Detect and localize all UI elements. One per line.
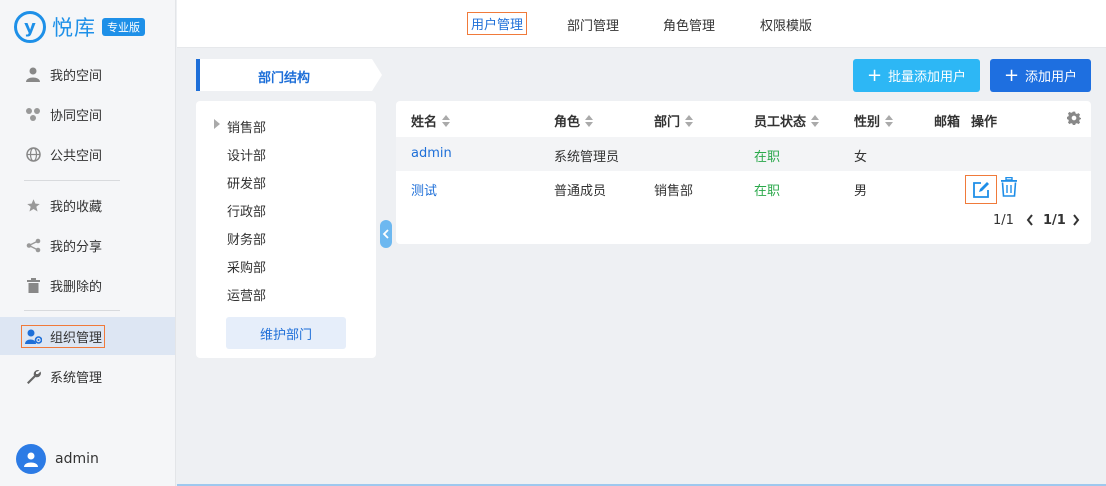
edit-icon[interactable] <box>965 175 997 204</box>
dept-item[interactable]: 采购部 <box>227 257 266 276</box>
column-header-email: 邮箱 <box>934 111 960 130</box>
chevron-left-icon <box>382 229 389 239</box>
username: admin <box>55 451 99 467</box>
user-name-link[interactable]: admin <box>411 146 452 161</box>
maintain-dept-button[interactable]: 维护部门 <box>226 317 346 349</box>
sidebar-divider <box>24 180 120 181</box>
delete-icon[interactable] <box>1000 176 1018 201</box>
dept-item[interactable]: 行政部 <box>227 201 266 220</box>
sidebar-item-org-management[interactable]: 组织管理 <box>0 317 175 355</box>
wrench-icon <box>24 367 42 385</box>
sort-icon[interactable] <box>885 114 894 128</box>
sort-icon[interactable] <box>585 114 594 128</box>
batch-add-label: 批量添加用户 <box>888 70 967 85</box>
person-icon <box>24 65 42 83</box>
sidebar-item-public-space[interactable]: 公共空间 <box>0 135 175 173</box>
dept-tree-panel: 销售部 设计部 研发部 行政部 财务部 采购部 运营部 维护部门 <box>196 101 376 358</box>
sidebar-item-label: 我的空间 <box>50 68 103 84</box>
brand-name: 悦库 <box>52 16 96 40</box>
column-header-role[interactable]: 角色 <box>554 111 594 130</box>
sidebar-item-label: 公共空间 <box>50 148 103 164</box>
trash-icon <box>24 276 42 294</box>
user-name-link[interactable]: 测试 <box>411 180 437 199</box>
plus-icon: + <box>866 64 883 86</box>
add-user-button[interactable]: + 添加用户 <box>990 59 1091 92</box>
user-profile[interactable]: admin <box>16 444 99 474</box>
column-header-actions: 操作 <box>971 111 997 130</box>
header-label: 邮箱 <box>934 115 961 130</box>
avatar <box>16 444 46 474</box>
user-role: 普通成员 <box>554 184 607 199</box>
star-icon <box>24 196 42 214</box>
collab-icon <box>24 105 42 123</box>
dept-structure-title: 部门结构 <box>257 71 310 86</box>
dept-item[interactable]: 研发部 <box>227 173 266 192</box>
user-gender: 男 <box>854 184 868 199</box>
top-nav: 用户管理 部门管理 角色管理 权限模版 <box>177 0 1106 48</box>
sort-icon[interactable] <box>811 114 820 128</box>
dept-item[interactable]: 财务部 <box>227 229 266 248</box>
tab-role-management[interactable]: 角色管理 <box>663 15 715 34</box>
logo-icon: y <box>14 11 46 43</box>
dept-item[interactable]: 运营部 <box>227 285 266 304</box>
user-table: 姓名 角色 部门 员工状态 性别 邮箱 操作 admin 系统管理员 在职 女 … <box>396 101 1091 244</box>
header-label: 姓名 <box>411 115 438 130</box>
sidebar-item-collab-space[interactable]: 协同空间 <box>0 95 175 133</box>
header-label: 角色 <box>554 115 581 130</box>
sidebar-item-label: 组织管理 <box>50 330 103 346</box>
header-label: 性别 <box>854 115 881 130</box>
dept-structure-header: 部门结构 <box>196 59 382 91</box>
sort-icon[interactable] <box>442 114 451 128</box>
header-label: 操作 <box>971 115 998 130</box>
user-gender: 女 <box>854 150 868 165</box>
dept-item[interactable]: 设计部 <box>227 145 266 164</box>
sidebar-item-label: 系统管理 <box>50 370 103 386</box>
expand-caret-icon[interactable] <box>214 119 220 129</box>
sidebar-item-shares[interactable]: 我的分享 <box>0 226 175 264</box>
active-highlight: 组织管理 <box>21 324 106 348</box>
tab-dept-management[interactable]: 部门管理 <box>567 15 619 34</box>
next-page-icon[interactable] <box>1071 213 1081 231</box>
dept-item[interactable]: 销售部 <box>227 117 266 136</box>
header-label: 部门 <box>654 115 681 130</box>
tab-permission-templates[interactable]: 权限模版 <box>760 15 812 34</box>
pager-current: 1/1 <box>1043 213 1066 228</box>
sidebar-item-my-space[interactable]: 我的空间 <box>0 55 175 93</box>
sidebar: y 悦库 专业版 我的空间 协同空间 公共空间 我的收藏 我的分享 我删除的 组… <box>0 0 176 486</box>
user-status: 在职 <box>754 150 781 165</box>
sidebar-divider <box>24 310 120 311</box>
tab-user-management[interactable]: 用户管理 <box>467 12 528 35</box>
plus-icon: + <box>1003 64 1020 86</box>
column-header-status[interactable]: 员工状态 <box>754 111 820 130</box>
gear-icon[interactable] <box>1067 111 1081 129</box>
sidebar-item-deleted[interactable]: 我删除的 <box>0 266 175 304</box>
user-role: 系统管理员 <box>554 150 620 165</box>
pager-total: 1/1 <box>993 213 1014 228</box>
column-header-dept[interactable]: 部门 <box>654 111 694 130</box>
collapse-panel-button[interactable] <box>380 220 392 248</box>
sidebar-item-favorites[interactable]: 我的收藏 <box>0 186 175 224</box>
logo[interactable]: y 悦库 专业版 <box>14 10 145 44</box>
sidebar-item-system-management[interactable]: 系统管理 <box>0 357 175 395</box>
add-user-label: 添加用户 <box>1025 70 1078 85</box>
batch-add-users-button[interactable]: + 批量添加用户 <box>853 59 980 92</box>
sidebar-item-label: 我的收藏 <box>50 199 103 215</box>
globe-icon <box>24 145 42 163</box>
sidebar-item-label: 我删除的 <box>50 279 103 295</box>
header-label: 员工状态 <box>754 115 807 130</box>
share-icon <box>24 236 42 254</box>
prev-page-icon[interactable] <box>1025 213 1035 231</box>
column-header-name[interactable]: 姓名 <box>411 111 451 130</box>
sidebar-item-label: 协同空间 <box>50 108 103 124</box>
sidebar-item-label: 我的分享 <box>50 239 103 255</box>
org-icon <box>24 327 42 345</box>
user-status: 在职 <box>754 184 781 199</box>
table-row[interactable]: admin 系统管理员 在职 女 <box>396 137 1091 171</box>
edition-badge: 专业版 <box>102 18 145 36</box>
user-dept: 销售部 <box>654 184 694 199</box>
column-header-gender[interactable]: 性别 <box>854 111 894 130</box>
sort-icon[interactable] <box>685 114 694 128</box>
